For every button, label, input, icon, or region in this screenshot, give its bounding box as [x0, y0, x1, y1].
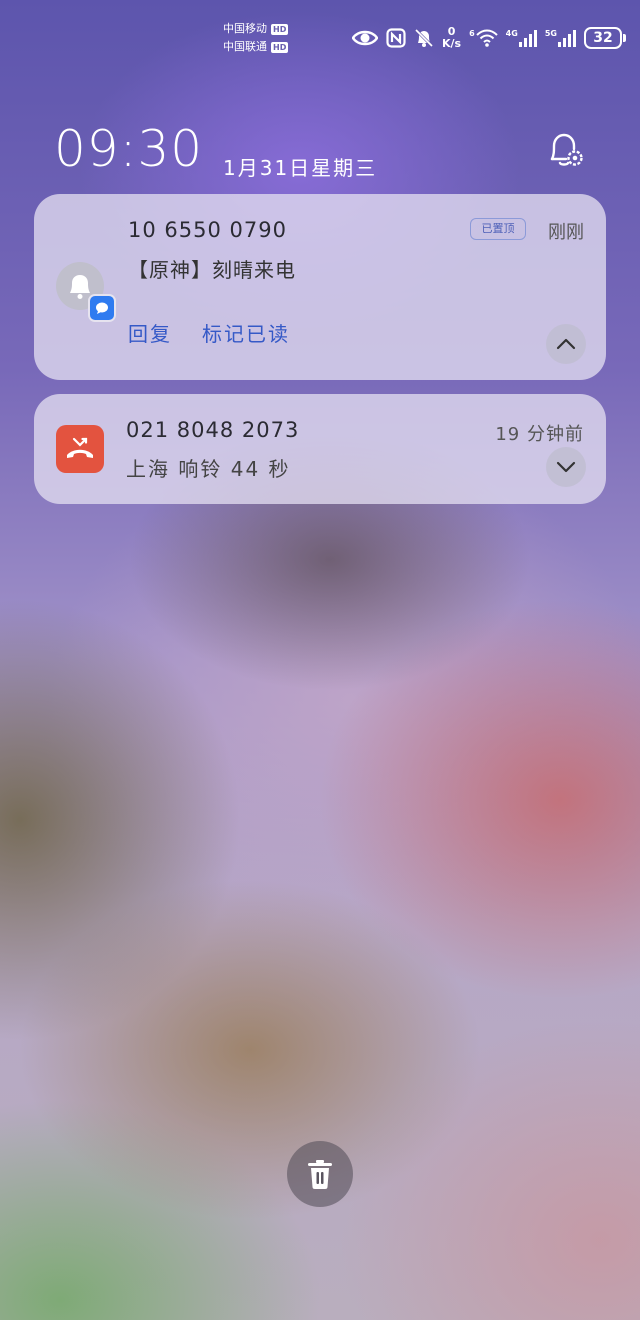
sms-notification-card[interactable]: 10 6550 0790 已置顶 刚刚 【原神】刻晴来电 回复 标记已读: [34, 194, 606, 380]
sim2-type-label: 5G: [544, 29, 557, 38]
notification-time: 刚刚: [548, 222, 584, 243]
message-app-badge: [88, 294, 116, 322]
message-icon: [96, 302, 108, 314]
sim1-type-label: 4G: [505, 29, 518, 38]
wifi-icon: [475, 29, 498, 47]
sim1-signal: 4G: [506, 29, 537, 47]
wifi-gen-label: 6: [469, 29, 475, 38]
signal-icon: [518, 29, 537, 47]
expand-button[interactable]: [546, 447, 586, 487]
status-icons: 0 K/s 6 4G 5G 32: [352, 22, 626, 54]
missed-call-notification-card[interactable]: 021 8048 2073 19 分钟前 上海 响铃 44 秒: [34, 394, 606, 504]
hd-badge: HD: [271, 41, 289, 53]
clear-all-button[interactable]: [287, 1141, 353, 1207]
notification-sender: 10 6550 0790: [128, 218, 287, 242]
bell-off-icon: [414, 28, 434, 48]
trash-icon: [308, 1160, 332, 1189]
signal-icon: [557, 29, 576, 47]
lockscreen-time: 09:30: [54, 120, 204, 178]
network-speed-unit: K/s: [442, 37, 462, 50]
lockscreen-date: 1月31日星期三: [223, 156, 378, 180]
notification-settings-button[interactable]: [546, 130, 586, 170]
missed-call-icon: [67, 437, 93, 458]
carrier-info: 中国移动 HD 中国联通 HD: [223, 20, 289, 56]
battery-level: 32: [593, 30, 613, 46]
sim2-signal: 5G: [545, 29, 576, 47]
pinned-tag: 已置顶: [470, 218, 526, 240]
chevron-down-icon: [556, 461, 576, 473]
hd-badge: HD: [271, 23, 289, 35]
collapse-button[interactable]: [546, 324, 586, 364]
wifi-indicator: 6: [469, 29, 498, 47]
network-speed: 0 K/s: [442, 26, 461, 50]
reply-button[interactable]: 回复: [128, 318, 172, 347]
call-details: 上海 响铃 44 秒: [126, 457, 291, 481]
eye-icon: [352, 30, 378, 46]
chevron-up-icon: [556, 338, 576, 350]
notification-body: 【原神】刻晴来电: [128, 258, 296, 282]
mark-read-button[interactable]: 标记已读: [202, 318, 290, 347]
notification-time: 19 分钟前: [495, 424, 584, 445]
phone-app-icon: [56, 425, 104, 473]
carrier-2-label: 中国联通: [223, 40, 267, 53]
carrier-1-label: 中国移动: [223, 22, 267, 35]
bell-settings-icon: [550, 133, 583, 166]
nfc-icon: [386, 28, 406, 48]
battery-icon: 32: [583, 27, 626, 49]
caller-number: 021 8048 2073: [126, 418, 300, 442]
